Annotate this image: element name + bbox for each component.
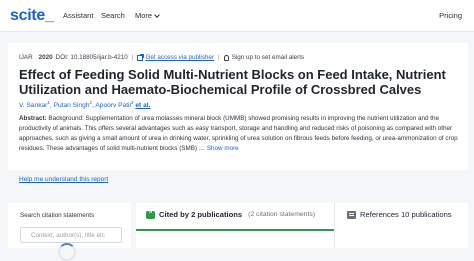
nav-more-label: More bbox=[135, 11, 153, 20]
chevron-down-icon bbox=[154, 11, 160, 18]
meta-divider: | bbox=[131, 54, 134, 61]
nav-more[interactable]: More bbox=[135, 11, 160, 20]
author-link[interactable]: V. Sankar1 bbox=[19, 100, 50, 109]
tab-cited-by[interactable]: " Cited by 2 publications (2 citation st… bbox=[146, 210, 315, 219]
tab-references[interactable]: References 10 publications bbox=[347, 210, 452, 219]
abstract: Abstract: Background: Supplementation of… bbox=[19, 114, 459, 154]
abstract-label: Abstract: bbox=[19, 115, 47, 122]
nav-assistant[interactable]: Assistant bbox=[63, 11, 93, 20]
author-link[interactable]: Apoorv Patil3 bbox=[95, 100, 133, 109]
references-icon bbox=[347, 210, 356, 219]
article-meta: IJAR 2020 DOI: 10.18805/ijar.b-4210 | Ge… bbox=[19, 53, 304, 61]
tab-divider bbox=[334, 203, 335, 248]
help-understand-link[interactable]: Help me understand this report bbox=[19, 176, 108, 183]
article-title: Effect of Feeding Solid Multi-Nutrient B… bbox=[19, 67, 446, 97]
active-tab-indicator bbox=[136, 229, 334, 231]
journal-name: IJAR bbox=[19, 54, 33, 61]
citation-tabs: " Cited by 2 publications (2 citation st… bbox=[136, 203, 468, 248]
email-alert-link[interactable]: Sign up to set email alerts bbox=[232, 54, 304, 61]
references-label: References 10 publications bbox=[360, 210, 452, 219]
author-list: V. Sankar1, Putan Singh2, Apoorv Patil3 … bbox=[19, 100, 151, 110]
external-link-icon bbox=[137, 53, 145, 61]
bell-icon bbox=[223, 54, 229, 61]
cited-by-label: Cited by 2 publications bbox=[159, 210, 243, 219]
scite-logo[interactable]: scite_ bbox=[10, 7, 54, 25]
author-link[interactable]: Putan Singh2 bbox=[54, 100, 93, 109]
nav-search[interactable]: Search bbox=[101, 11, 125, 20]
citation-search-panel: Search citation statements Context, auth… bbox=[8, 203, 131, 261]
search-citation-label: Search citation statements bbox=[20, 212, 95, 219]
meta-divider: | bbox=[218, 54, 220, 61]
publication-year: 2020 bbox=[38, 54, 53, 61]
top-navigation-bar: scite_ Assistant Search More Pricing bbox=[0, 0, 474, 32]
nav-pricing[interactable]: Pricing bbox=[439, 11, 462, 20]
publisher-access-link[interactable]: Get access via publisher bbox=[145, 54, 214, 61]
show-more-link[interactable]: Show more bbox=[207, 145, 239, 152]
loading-spinner-icon bbox=[58, 243, 76, 261]
citation-statements-count: (2 citation statements) bbox=[248, 211, 315, 218]
et-al-link[interactable]: et al. bbox=[135, 102, 150, 109]
quote-icon: " bbox=[146, 210, 155, 219]
doi: DOI: 10.18805/ijar.b-4210 bbox=[55, 54, 128, 61]
citation-search-input[interactable]: Context, author(s), title etc bbox=[20, 227, 122, 243]
article-card: IJAR 2020 DOI: 10.18805/ijar.b-4210 | Ge… bbox=[8, 43, 468, 170]
